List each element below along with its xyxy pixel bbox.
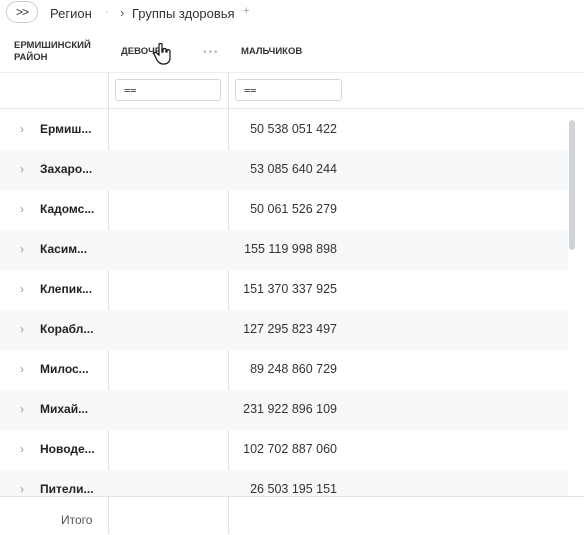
- expand-row-chevron-icon[interactable]: ›: [20, 242, 24, 256]
- row-boys-value: 89 248 860 729: [250, 362, 337, 376]
- filter-input-boys[interactable]: ⩵: [235, 79, 342, 101]
- expand-row-chevron-icon[interactable]: ›: [20, 202, 24, 216]
- row-boys-value: 26 503 195 151: [250, 482, 337, 496]
- vertical-scrollbar[interactable]: [568, 110, 576, 496]
- row-boys-value: 231 922 896 109: [243, 402, 337, 416]
- expand-row-chevron-icon[interactable]: ›: [20, 122, 24, 136]
- expand-panel-button[interactable]: >>: [6, 1, 38, 23]
- row-district-name: Захаро...: [40, 162, 93, 176]
- table-row[interactable]: › Милос... 89 248 860 729: [0, 350, 568, 390]
- row-district-name: Пители...: [40, 482, 94, 496]
- hand-cursor-icon: [153, 42, 171, 65]
- row-district-name: Корабл...: [40, 322, 94, 336]
- table-row[interactable]: › Новоде... 102 702 887 060: [0, 430, 568, 470]
- table-row[interactable]: › Захаро... 53 085 640 244: [0, 150, 568, 190]
- table-row[interactable]: › Михай... 231 922 896 109: [0, 390, 568, 430]
- row-boys-value: 53 085 640 244: [250, 162, 337, 176]
- row-district-name: Новоде...: [40, 442, 95, 456]
- row-boys-value: 127 295 823 497: [243, 322, 337, 336]
- row-district-name: Милос...: [40, 362, 89, 376]
- expand-row-chevron-icon[interactable]: ›: [20, 362, 24, 376]
- row-boys-value: 50 061 526 279: [250, 202, 337, 216]
- column-divider: [228, 497, 229, 534]
- row-district-name: Михай...: [40, 402, 89, 416]
- toolbar: >> Регион - › Группы здоровья +: [0, 0, 584, 26]
- table-footer: Итого: [0, 496, 584, 535]
- column-header-district[interactable]: ЕРМИШИНСКИЙ РАЙОН: [14, 40, 104, 64]
- expand-row-chevron-icon[interactable]: ›: [20, 402, 24, 416]
- filter-icon: ⩵: [244, 84, 257, 96]
- scrollbar-thumb[interactable]: [569, 120, 575, 250]
- column-divider: [108, 497, 109, 534]
- row-boys-value: 151 370 337 925: [243, 282, 337, 296]
- breadcrumb-region[interactable]: Регион: [50, 6, 92, 21]
- expand-row-chevron-icon[interactable]: ›: [20, 282, 24, 296]
- table-row[interactable]: › Касим... 155 119 998 898: [0, 230, 568, 270]
- row-district-name: Ермиш...: [40, 122, 92, 136]
- filter-input-girls[interactable]: ⩵: [115, 79, 221, 101]
- row-boys-value: 155 119 998 898: [244, 242, 337, 256]
- breadcrumb-health-groups[interactable]: Группы здоровья: [132, 6, 235, 21]
- row-district-name: Кадомс...: [40, 202, 95, 216]
- row-district-name: Касим...: [40, 242, 88, 256]
- column-header-boys[interactable]: МАЛЬЧИКОВ: [241, 46, 302, 58]
- total-label: Итого: [61, 513, 93, 527]
- expand-row-chevron-icon[interactable]: ›: [20, 322, 24, 336]
- row-district-name: Клепик...: [40, 282, 93, 296]
- row-boys-value: 50 538 051 422: [250, 122, 337, 136]
- table-row[interactable]: › Клепик... 151 370 337 925: [0, 270, 568, 310]
- table-row[interactable]: › Кадомс... 50 061 526 279: [0, 190, 568, 230]
- breadcrumb-divider: -: [105, 6, 109, 18]
- chevron-right-icon: ›: [120, 5, 125, 20]
- table-row[interactable]: › Корабл... 127 295 823 497: [0, 310, 568, 350]
- filter-icon: ⩵: [124, 84, 137, 96]
- add-level-button[interactable]: +: [243, 5, 249, 17]
- row-boys-value: 102 702 887 060: [243, 442, 337, 456]
- expand-row-chevron-icon[interactable]: ›: [20, 162, 24, 176]
- column-resize-handle[interactable]: •••: [203, 47, 220, 58]
- expand-row-chevron-icon[interactable]: ›: [20, 442, 24, 456]
- table-row[interactable]: › Ермиш... 50 538 051 422: [0, 110, 568, 150]
- expand-row-chevron-icon[interactable]: ›: [20, 482, 24, 496]
